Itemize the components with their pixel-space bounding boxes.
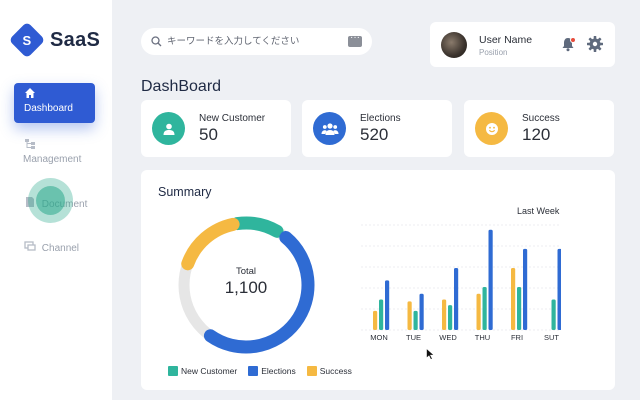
donut-total-label: Total (235, 266, 257, 277)
stat-card-elections[interactable]: Elections 520 (302, 100, 452, 157)
bar-wed-elections (454, 267, 459, 330)
search-input[interactable] (167, 36, 348, 47)
sidebar-item-dashboard[interactable]: Dashboard (14, 83, 95, 123)
bar-mon-success (373, 310, 378, 330)
group-icon (313, 112, 346, 145)
user-card: User Name Position (430, 22, 615, 67)
stat-label: Success (522, 113, 560, 124)
home-icon (25, 88, 35, 98)
mouse-cursor (426, 348, 435, 360)
bar-thu-success (476, 293, 481, 330)
bar-mon-new-customer (379, 299, 384, 330)
bar-fri-new-customer (517, 287, 522, 330)
bar-chart: MON TUE WED THU FRI SUT (361, 224, 561, 342)
legend-label: Elections (261, 366, 296, 376)
legend-swatch (168, 366, 178, 376)
donut-total-value: 1,100 (224, 278, 268, 297)
hierarchy-icon (25, 139, 35, 149)
bar-fri-success (511, 267, 516, 330)
legend-label: New Customer (181, 366, 238, 376)
stat-card-success[interactable]: Success 120 (464, 100, 614, 157)
legend-item: New Customer (168, 366, 237, 376)
donut-segment-new-customer (230, 216, 284, 238)
stat-value: 50 (199, 125, 218, 144)
x-tick-label: FRI (511, 333, 523, 342)
bar-tue-new-customer (413, 310, 418, 330)
legend-swatch (306, 366, 317, 376)
x-tick-label: WED (439, 333, 457, 342)
sidebar-item-label: Management (23, 154, 82, 165)
stat-card-new-customer[interactable]: New Customer 50 (141, 100, 291, 157)
keyboard-icon[interactable] (348, 32, 362, 47)
chart-legend: New Customer Elections Success (168, 366, 363, 376)
bar-mon-elections (385, 280, 390, 330)
x-tick-label: TUE (406, 333, 421, 342)
bar-thu-new-customer (482, 287, 487, 330)
stat-value: 520 (360, 125, 389, 144)
sidebar-item-channel[interactable]: Channel (14, 240, 95, 256)
legend-swatch (248, 366, 259, 376)
stat-label: Elections (360, 113, 401, 124)
bar-tue-success (407, 301, 412, 330)
x-tick-label: MON (370, 333, 388, 342)
user-name: User Name (479, 34, 533, 46)
click-ripple (28, 178, 73, 223)
page-title: DashBoard (141, 78, 222, 95)
stat-value: 120 (522, 125, 551, 144)
bar-wed-success (442, 299, 447, 330)
gear-icon[interactable] (586, 35, 604, 53)
sidebar-item-label: Dashboard (24, 103, 73, 114)
legend-label: Success (319, 366, 352, 376)
summary-title: Summary (158, 185, 212, 199)
app-logo[interactable]: S SaaS (8, 21, 101, 59)
legend-item: Elections (248, 366, 296, 376)
x-tick-label: THU (475, 333, 490, 342)
x-tick-label: SUT (544, 333, 559, 342)
bar-sut-new-customer (551, 299, 556, 330)
user-icon (152, 112, 185, 145)
stat-label: New Customer (199, 113, 266, 124)
sidebar: S SaaS Dashboard Management Document Cha… (0, 0, 112, 400)
smile-icon (475, 112, 508, 145)
donut-segment-success (181, 217, 240, 271)
avatar[interactable] (441, 32, 467, 58)
logo-icon: S (8, 21, 46, 59)
bar-tue-elections (419, 293, 424, 330)
notification-badge (570, 37, 576, 43)
search-bar[interactable] (141, 28, 372, 55)
user-position: Position (479, 48, 508, 57)
bar-fri-elections (523, 248, 528, 330)
bar-wed-new-customer (448, 305, 453, 330)
search-icon (151, 36, 162, 47)
legend-item: Success (306, 366, 352, 376)
channel-icon (24, 241, 36, 251)
bar-thu-elections (488, 229, 493, 330)
sidebar-item-management[interactable]: Management (14, 138, 95, 165)
bar-sut-elections (557, 248, 561, 330)
app-name: SaaS (50, 28, 101, 51)
sidebar-item-label: Channel (41, 242, 80, 254)
summary-panel: Summary Total 1,100 New Customer Electio… (141, 170, 615, 390)
